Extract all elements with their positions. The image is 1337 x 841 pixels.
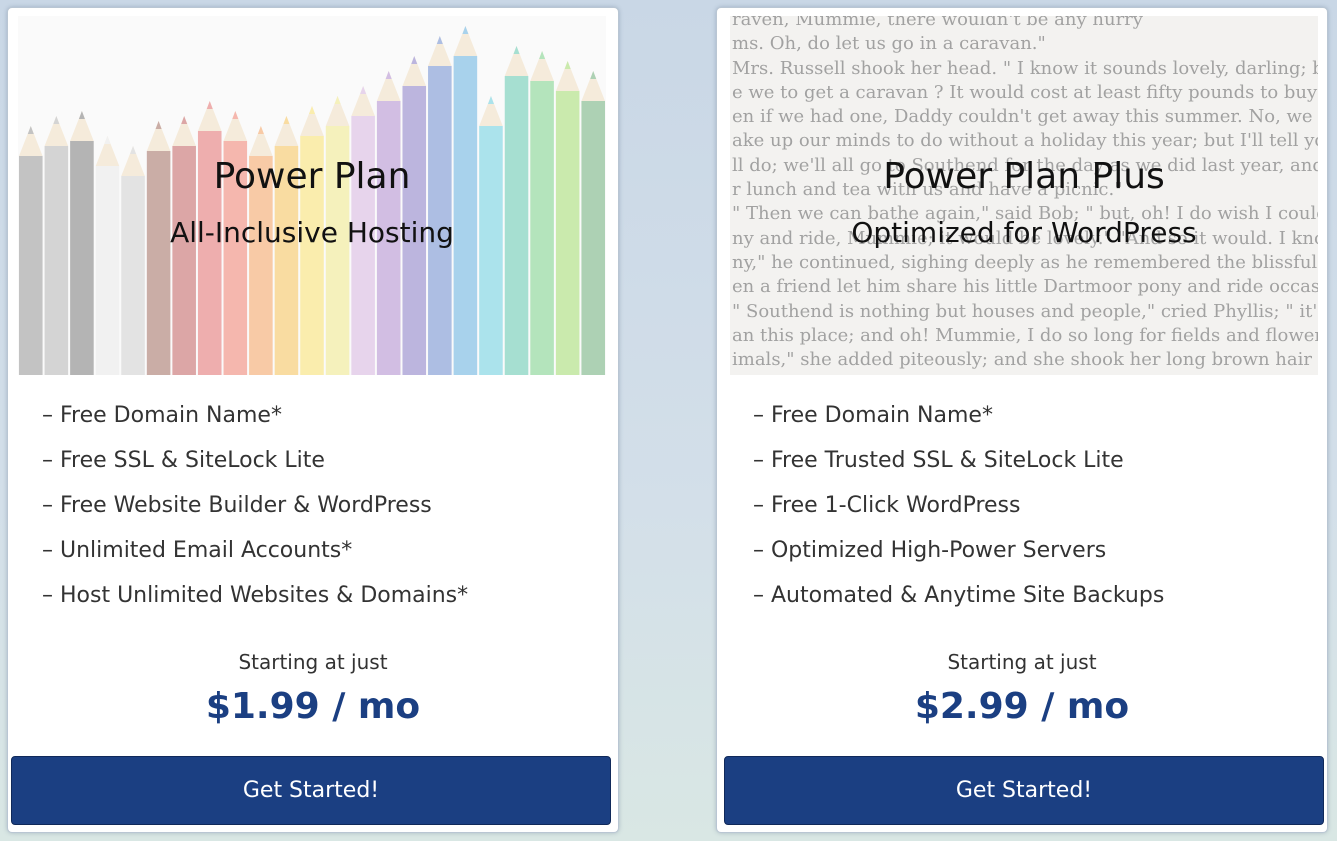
feature-item: – Optimized High-Power Servers <box>753 538 1107 563</box>
plan-title: Power Plan <box>213 156 411 197</box>
feature-item: – Free Domain Name* <box>42 403 282 428</box>
hero-banner: Power Plan All-Inclusive Hosting <box>18 16 606 375</box>
plan-card-power-plus: raven, Mummie, there wouldn't be any hur… <box>716 7 1328 833</box>
feature-item: – Automated & Anytime Site Backups <box>753 583 1165 608</box>
plan-subtitle: All-Inclusive Hosting <box>170 216 454 249</box>
feature-list: – Free Domain Name* – Free SSL & SiteLoc… <box>42 398 468 623</box>
price: $1.99 / mo <box>205 686 421 727</box>
plan-card-power: Power Plan All-Inclusive Hosting – Free … <box>7 7 619 833</box>
feature-item: – Free Website Builder & WordPress <box>42 493 432 518</box>
feature-item: – Free Domain Name* <box>753 403 993 428</box>
feature-item: – Free SSL & SiteLock Lite <box>42 448 325 473</box>
starting-label: Starting at just <box>947 650 1097 674</box>
get-started-button[interactable]: Get Started! <box>11 756 611 825</box>
feature-item: – Free 1-Click WordPress <box>753 493 1021 518</box>
feature-item: – Host Unlimited Websites & Domains* <box>42 583 469 608</box>
plan-subtitle: Optimized for WordPress <box>851 216 1197 249</box>
feature-list: – Free Domain Name* – Free Trusted SSL &… <box>753 398 1164 623</box>
get-started-button[interactable]: Get Started! <box>724 756 1324 825</box>
starting-label: Starting at just <box>238 650 388 674</box>
price: $2.99 / mo <box>914 686 1130 727</box>
hero-banner: raven, Mummie, there wouldn't be any hur… <box>730 16 1318 375</box>
feature-item: – Free Trusted SSL & SiteLock Lite <box>753 448 1124 473</box>
plan-title: Power Plan Plus <box>883 156 1165 197</box>
feature-item: – Unlimited Email Accounts* <box>42 538 353 563</box>
